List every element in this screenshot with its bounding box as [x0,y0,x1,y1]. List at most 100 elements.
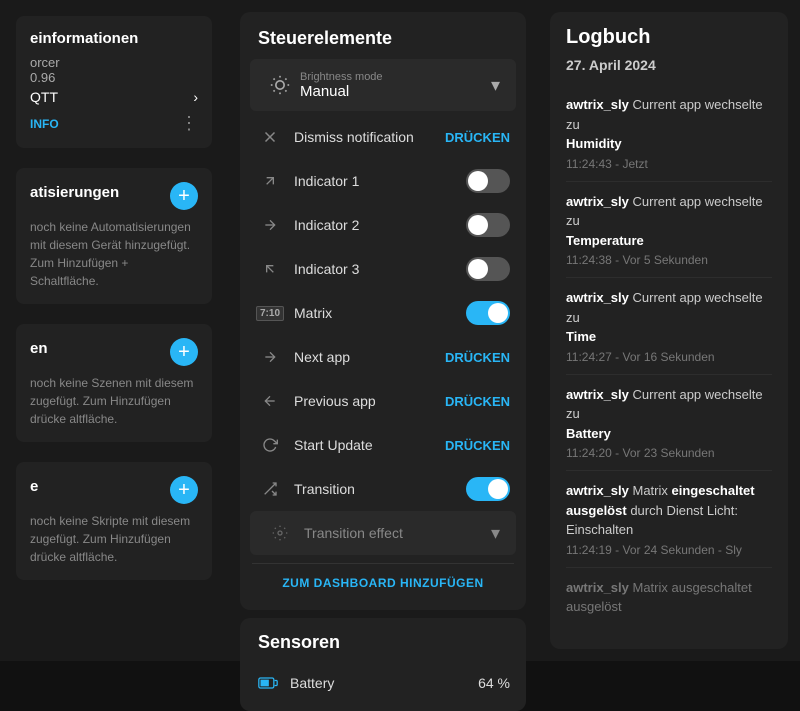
indicator1-label: Indicator 1 [294,173,456,189]
scripts-title: e [30,478,38,495]
transition-effect-icon [266,519,294,547]
indicator2-knob [468,215,488,235]
logbuch-title: Logbuch [566,26,772,49]
matrix-knob [488,303,508,323]
scripts-header: e + [30,476,198,504]
next-app-label: Next app [294,349,435,365]
log-target: Temperature [566,233,644,248]
start-update-icon [256,431,284,459]
log-entry: awtrix_sly Current app wechselte zu Time… [566,278,772,375]
log-type: Current app [633,97,705,112]
options-icon[interactable]: ⋮ [180,113,198,134]
transition-toggle[interactable] [466,477,510,501]
log-text: awtrix_sly Matrix eingeschaltet ausgelös… [566,481,772,540]
log-entry: awtrix_sly Matrix eingeschaltet ausgelös… [566,471,772,568]
log-actor: awtrix_sly [566,290,629,305]
scripts-section: e + noch keine Skripte mit diesem zugefü… [16,462,212,580]
scenes-section: en + noch keine Szenen mit diesem zugefü… [16,324,212,442]
log-target: Battery [566,426,611,441]
start-update-row: Start Update DRÜCKEN [240,423,526,467]
log-actor: awtrix_sly [566,97,629,112]
log-text: awtrix_sly Current app wechselte zu Humi… [566,95,772,154]
transition-effect-label: Transition effect [294,525,491,541]
sensoren-title: Sensoren [240,618,526,663]
log-target: Time [566,329,596,344]
dismiss-button[interactable]: DRÜCKEN [445,130,510,145]
battery-icon [256,671,280,695]
next-app-icon [256,343,284,371]
log-entry: awtrix_sly Matrix ausgeschaltet ausgelös… [566,568,772,630]
scenes-title: en [30,340,48,357]
add-script-button[interactable]: + [170,476,198,504]
log-type: Current app [633,290,705,305]
log-actor: awtrix_sly [566,387,629,402]
chevron-right-icon: › [193,89,198,105]
logbuch-card: Logbuch 27. April 2024 awtrix_sly Curren… [550,12,788,649]
left-panel: einformationen orcer 0.96 QTT › INFO ⋮ a… [0,0,228,661]
indicator1-row: Indicator 1 [240,159,526,203]
transition-effect-row[interactable]: Transition effect ▾ [250,511,516,555]
log-target: Humidity [566,136,622,151]
log-entry: awtrix_sly Current app wechselte zu Temp… [566,182,772,279]
indicator1-toggle[interactable] [466,169,510,193]
mqtt-label: QTT [30,89,58,105]
matrix-toggle[interactable] [466,301,510,325]
info-title: einformationen [30,30,198,47]
transition-knob [488,479,508,499]
next-app-row: Next app DRÜCKEN [240,335,526,379]
brightness-content: Brightness mode Manual [294,71,491,100]
source-label: orcer [30,55,60,70]
scripts-empty: noch keine Skripte mit diesem zugefügt. … [30,512,198,566]
indicator3-label: Indicator 3 [294,261,456,277]
indicator2-label: Indicator 2 [294,217,456,233]
log-time: 11:24:43 - Jetzt [566,157,772,171]
log-text: awtrix_sly Matrix ausgeschaltet ausgelös… [566,578,772,617]
dashboard-button[interactable]: ZUM DASHBOARD HINZUFÜGEN [252,563,514,602]
indicator2-toggle[interactable] [466,213,510,237]
battery-value: 64 % [478,675,510,691]
start-update-button[interactable]: DRÜCKEN [445,438,510,453]
log-type: Current app [633,387,705,402]
log-text: awtrix_sly Current app wechselte zu Batt… [566,385,772,444]
transition-icon [256,475,284,503]
log-type: Current app [633,194,705,209]
dismiss-icon [256,123,284,151]
log-time: 11:24:38 - Vor 5 Sekunden [566,253,772,267]
dismiss-row: Dismiss notification DRÜCKEN [240,115,526,159]
log-text: awtrix_sly Current app wechselte zu Time [566,288,772,347]
log-type: Matrix [633,483,672,498]
indicator1-knob [468,171,488,191]
indicator2-icon [256,211,284,239]
scenes-empty: noch keine Szenen mit diesem zugefügt. Z… [30,374,198,428]
add-automatisierung-button[interactable]: + [170,182,198,210]
log-entry: awtrix_sly Current app wechselte zu Humi… [566,85,772,182]
steuer-title: Steuerelemente [240,12,526,59]
battery-row: Battery 64 % [240,663,526,703]
log-time: 11:24:20 - Vor 23 Sekunden [566,446,772,460]
prev-app-button[interactable]: DRÜCKEN [445,394,510,409]
logbuch-date: 27. April 2024 [566,57,772,73]
log-type: Matrix [633,580,672,595]
next-app-button[interactable]: DRÜCKEN [445,350,510,365]
brightness-sublabel: Brightness mode [300,71,491,83]
info-badge: INFO [30,117,59,131]
source-number: 0.96 [30,70,55,85]
indicator3-toggle[interactable] [466,257,510,281]
log-actor: awtrix_sly [566,483,629,498]
prev-app-label: Previous app [294,393,435,409]
brightness-dropdown[interactable]: Brightness mode Manual ▾ [250,59,516,111]
indicator3-row: Indicator 3 [240,247,526,291]
add-scene-button[interactable]: + [170,338,198,366]
indicator2-row: Indicator 2 [240,203,526,247]
transition-label: Transition [294,481,456,497]
log-entry: awtrix_sly Current app wechselte zu Batt… [566,375,772,472]
prev-app-icon [256,387,284,415]
automatisierungen-title: atisierungen [30,184,119,201]
start-update-label: Start Update [294,437,435,453]
indicator1-icon [256,167,284,195]
log-time: 11:24:19 - Vor 24 Sekunden - Sly [566,543,772,557]
transition-row: Transition [240,467,526,511]
source-value: orcer 0.96 [30,55,198,85]
scenes-header: en + [30,338,198,366]
sensoren-card: Sensoren Battery 64 % [240,618,526,711]
